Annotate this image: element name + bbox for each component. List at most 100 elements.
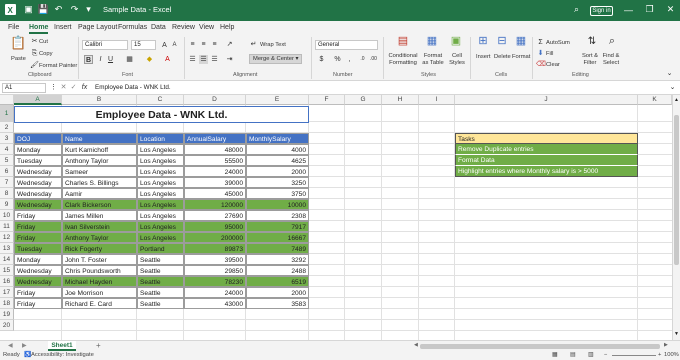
table-cell[interactable]: 200000 [184, 232, 246, 243]
format-painter-icon[interactable]: 🖌 [30, 61, 39, 70]
table-cell[interactable]: 43000 [184, 298, 246, 309]
tab-data[interactable]: Data [151, 24, 166, 31]
accessibility-status[interactable]: Accessibility: Investigate [31, 352, 94, 358]
increase-font-icon[interactable]: A [160, 41, 169, 50]
table-cell[interactable]: Wednesday [14, 199, 62, 210]
table-cell[interactable]: Michael Hayden [62, 276, 137, 287]
delete-button[interactable]: Delete [494, 54, 511, 60]
table-cell[interactable]: Los Angeles [137, 177, 184, 188]
align-center-icon[interactable]: ☰ [199, 55, 208, 64]
row-header[interactable]: 11 [0, 221, 14, 232]
zoom-out-icon[interactable]: − [604, 352, 607, 358]
orientation-icon[interactable]: ↗ [225, 40, 234, 49]
sheet-tab-sheet1[interactable]: Sheet1 [48, 341, 76, 351]
table-cell[interactable]: 16667 [246, 232, 309, 243]
formula-input[interactable]: Employee Data - WNK Ltd. [95, 84, 171, 91]
cut-button[interactable]: Cut [39, 39, 48, 45]
row-header[interactable]: 19 [0, 309, 14, 320]
table-cell[interactable]: 39000 [184, 177, 246, 188]
search-icon[interactable]: ⌕ [570, 3, 583, 16]
autosave-icon[interactable]: ▣ [22, 3, 35, 16]
table-cell[interactable]: Friday [14, 221, 62, 232]
insert-function-icon[interactable]: fx [80, 83, 89, 92]
row-header[interactable]: 13 [0, 243, 14, 254]
table-cell[interactable]: Clark Bickerson [62, 199, 137, 210]
column-header-f[interactable]: F [309, 95, 345, 105]
row-header[interactable]: 8 [0, 188, 14, 199]
more-options-icon[interactable]: ⋮ [49, 83, 58, 92]
worksheet-grid[interactable]: A B C D E F G H I J K 1 2 3 4 5 6 7 8 9 10 11 12 13 1… [0, 95, 672, 340]
scroll-left-icon[interactable]: ◀ [414, 342, 418, 348]
insert-cells-icon[interactable]: ⊞ [476, 36, 490, 51]
zoom-slider[interactable] [612, 355, 656, 356]
table-cell[interactable]: 39500 [184, 254, 246, 265]
paste-icon[interactable]: 📋 [10, 36, 26, 54]
table-cell[interactable]: Los Angeles [137, 210, 184, 221]
table-cell[interactable]: James Millen [62, 210, 137, 221]
column-header-h[interactable]: H [382, 95, 419, 105]
table-cell[interactable]: 27690 [184, 210, 246, 221]
fill-icon[interactable]: ⬇ [536, 49, 545, 58]
table-cell[interactable]: Tuesday [14, 155, 62, 166]
table-cell[interactable]: Los Angeles [137, 232, 184, 243]
table-cell[interactable]: Los Angeles [137, 199, 184, 210]
conditional-formatting-icon[interactable]: ▤ [396, 36, 410, 51]
save-icon[interactable]: 💾 [37, 3, 50, 16]
vertical-scrollbar[interactable]: ▲ ▼ [672, 95, 680, 340]
table-cell[interactable]: 4625 [246, 155, 309, 166]
table-cell[interactable]: 55500 [184, 155, 246, 166]
table-cell[interactable]: Chris Poundsworth [62, 265, 137, 276]
underline-icon[interactable]: U [106, 55, 115, 64]
table-cell[interactable]: Friday [14, 298, 62, 309]
column-header-i[interactable]: I [419, 95, 455, 105]
decrease-font-icon[interactable]: A [170, 41, 179, 50]
autosum-button[interactable]: AutoSum [546, 40, 570, 46]
row-header[interactable]: 18 [0, 298, 14, 309]
clear-button[interactable]: Clear [546, 62, 560, 68]
column-header-d[interactable]: D [184, 95, 246, 105]
table-cell[interactable]: Seattle [137, 265, 184, 276]
align-top-icon[interactable]: ≡ [188, 40, 197, 49]
fill-button[interactable]: Fill [546, 51, 553, 57]
font-name-select[interactable]: Calibri [82, 40, 128, 50]
table-cell[interactable]: Los Angeles [137, 166, 184, 177]
prev-sheet-icon[interactable]: ◀ [8, 342, 13, 349]
table-cell[interactable]: Charles S. Billings [62, 177, 137, 188]
tab-page-layout[interactable]: Page Layout [78, 24, 117, 31]
row-header[interactable]: 14 [0, 254, 14, 265]
row-header[interactable]: 6 [0, 166, 14, 177]
table-cell[interactable]: Tuesday [14, 243, 62, 254]
delete-cells-icon[interactable]: ⊟ [495, 36, 509, 51]
table-cell[interactable]: Joe Morrison [62, 287, 137, 298]
autosum-icon[interactable]: Σ [536, 38, 545, 47]
percent-icon[interactable]: % [333, 55, 342, 64]
conditional-formatting-button[interactable]: Conditional Formatting [386, 53, 420, 67]
table-cell[interactable]: 4000 [246, 144, 309, 155]
table-cell[interactable]: 2308 [246, 210, 309, 221]
table-header-cell[interactable]: MonthlySalary [246, 133, 309, 144]
copy-button[interactable]: Copy [39, 51, 53, 57]
accounting-format-icon[interactable]: $ [317, 55, 326, 64]
row-header[interactable]: 17 [0, 287, 14, 298]
font-size-select[interactable]: 15 [131, 40, 156, 50]
column-header-g[interactable]: G [345, 95, 382, 105]
merge-center-button[interactable]: Merge & Center ▾ [249, 54, 303, 64]
table-cell[interactable]: 3250 [246, 177, 309, 188]
cell-styles-button[interactable]: Cell Styles [447, 53, 467, 67]
table-cell[interactable]: 6519 [246, 276, 309, 287]
minimize-icon[interactable]: — [622, 3, 635, 16]
column-header-k[interactable]: K [638, 95, 672, 105]
undo-icon[interactable]: ↶ [52, 3, 65, 16]
tab-help[interactable]: Help [220, 24, 234, 31]
table-cell[interactable]: Wednesday [14, 276, 62, 287]
table-header-cell[interactable]: DOJ [14, 133, 62, 144]
table-cell[interactable]: Friday [14, 232, 62, 243]
table-cell[interactable]: Friday [14, 210, 62, 221]
comma-style-icon[interactable]: , [345, 55, 354, 64]
row-header[interactable]: 5 [0, 155, 14, 166]
table-cell[interactable]: 24000 [184, 166, 246, 177]
column-header-a[interactable]: A [14, 95, 62, 105]
table-cell[interactable]: 29850 [184, 265, 246, 276]
number-format-select[interactable]: General [315, 40, 378, 50]
quick-access-more-icon[interactable]: ▾ [82, 3, 95, 16]
